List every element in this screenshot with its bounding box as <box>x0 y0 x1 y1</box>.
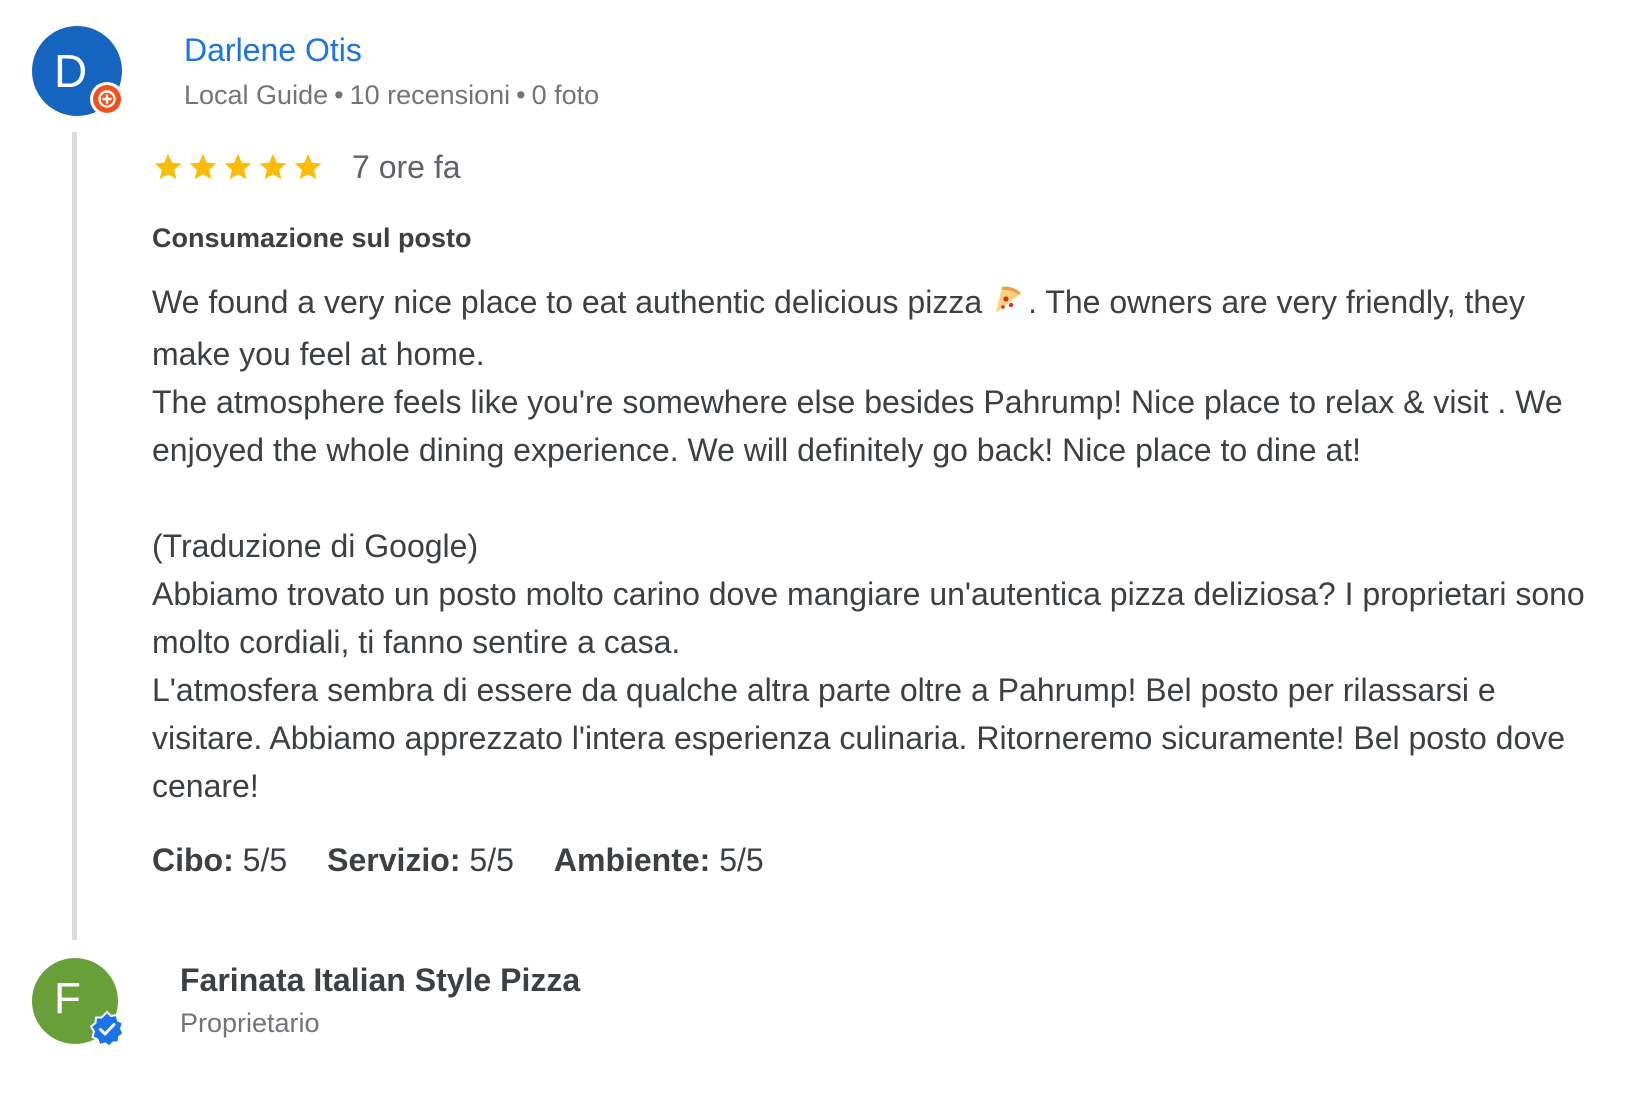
reviews-count: 10 recensioni <box>349 80 511 110</box>
review-time: 7 ore fa <box>352 148 461 185</box>
attribute-score: Servizio: 5/5 <box>327 840 514 880</box>
reviewer-avatar[interactable]: D <box>32 26 124 116</box>
attribute-score-label: Ambiente: <box>553 842 711 878</box>
reviewer-info: Darlene Otis Local Guide • 10 recensioni • 0… <box>184 26 599 114</box>
attribute-score-value: 5/5 <box>710 842 764 878</box>
review-content: 7 ore fa Consumazione sul posto We found… <box>152 142 1612 880</box>
owner-role: Proprietario <box>180 1008 320 1038</box>
review-text: We found a very nice place to eat authen… <box>152 278 1612 810</box>
meta-separator: • <box>516 80 526 110</box>
reviewer-avatar-initial: D <box>54 45 88 97</box>
verified-check-icon <box>89 1010 125 1048</box>
attribute-score-value: 5/5 <box>233 842 288 878</box>
owner-response-header: F Farinata Italian Style Pizza Proprieta… <box>32 958 580 1048</box>
attribute-score: Ambiente: 5/5 <box>554 840 764 880</box>
pizza-icon <box>990 282 1026 330</box>
review-text-part2: . The owners are very friendly, they mak… <box>152 284 1585 804</box>
review-thread-rule <box>72 132 77 940</box>
photos-count: 0 foto <box>531 80 600 110</box>
attribute-score-label: Servizio: <box>327 842 461 878</box>
star-icon <box>189 153 217 180</box>
attribute-score-value: 5/5 <box>460 842 514 878</box>
owner-avatar[interactable]: F <box>32 958 125 1048</box>
attribute-scores: Cibo: 5/5 Servizio: 5/5 Ambiente: 5/5 <box>152 840 1612 880</box>
reviewer-name-link[interactable]: Darlene Otis <box>184 30 599 70</box>
owner-info: Farinata Italian Style Pizza Proprietari… <box>180 958 580 1042</box>
star-icon <box>224 153 252 180</box>
rating-row: 7 ore fa <box>152 142 1612 192</box>
star-rating <box>152 151 324 183</box>
local-guide-badge-icon <box>90 82 124 116</box>
owner-avatar-initial: F <box>54 974 81 1023</box>
star-icon <box>154 153 182 180</box>
reviewer-meta: Local Guide • 10 recensioni • 0 foto <box>184 76 599 114</box>
attribute-score-label: Cibo: <box>152 842 234 878</box>
owner-name: Farinata Italian Style Pizza <box>180 962 581 998</box>
reviewer-header: D Darlene Otis Local Guide • 10 recensioni… <box>32 26 599 116</box>
star-icon <box>259 153 287 180</box>
star-icon <box>294 153 322 180</box>
attribute-score: Cibo: 5/5 <box>152 840 287 880</box>
service-type: Consumazione sul posto <box>152 223 472 253</box>
review-text-part1: We found a very nice place to eat authen… <box>152 284 983 320</box>
local-guide-label: Local Guide <box>184 80 329 110</box>
meta-separator: • <box>334 80 344 110</box>
